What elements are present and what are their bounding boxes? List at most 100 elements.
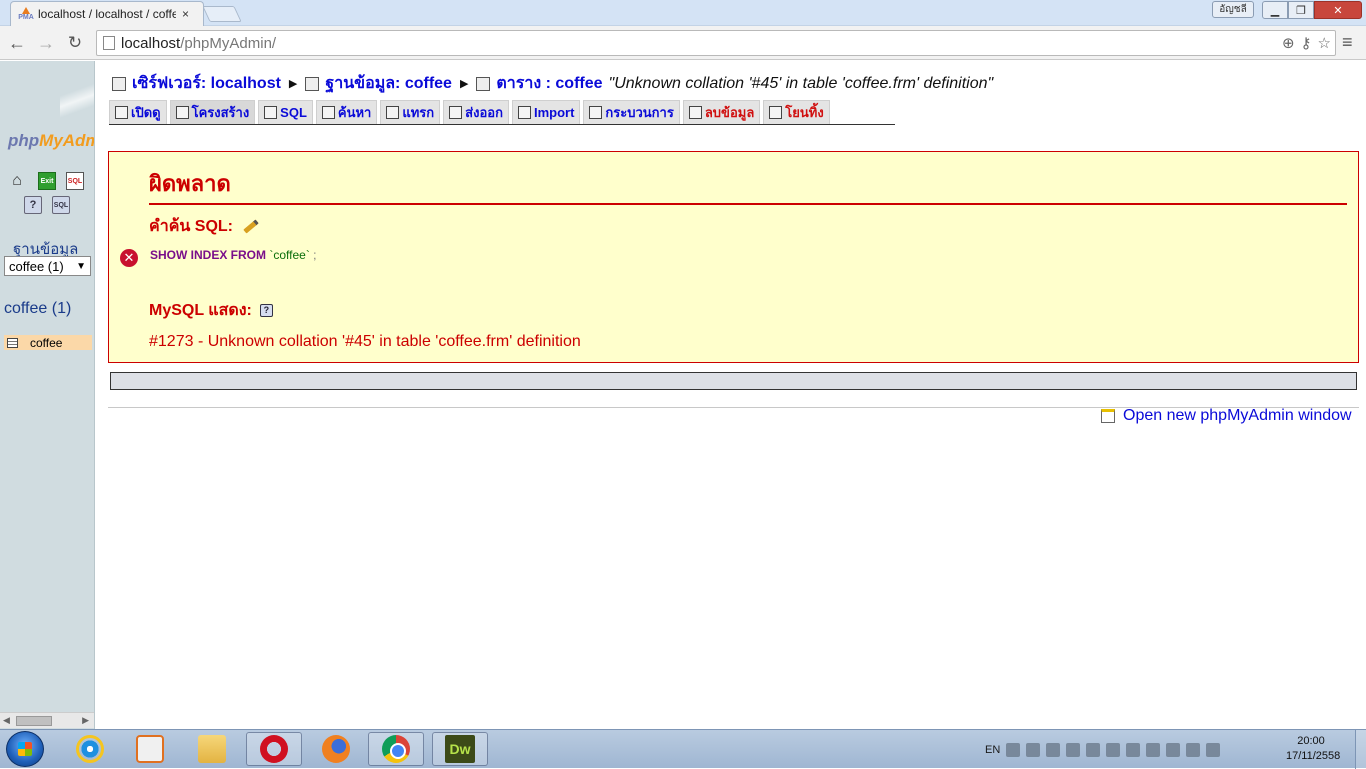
open-new-window-link[interactable]: Open new phpMyAdmin window — [1101, 407, 1352, 425]
sql-query-label: คำค้น SQL: — [149, 214, 259, 239]
pma-sail-graphic — [60, 66, 94, 126]
browser-titlebar: PMA localhost / localhost / coffee × อัญ… — [0, 0, 1366, 26]
chevron-down-icon: ▼ — [76, 260, 86, 272]
internet-explorer-icon — [76, 735, 104, 763]
minimize-button[interactable]: ▁ — [1262, 1, 1288, 19]
exit-icon[interactable]: Exit — [38, 172, 56, 190]
reload-icon[interactable]: ↻ — [64, 32, 86, 54]
horizontal-scrollbar[interactable]: ◀ ▶ — [0, 712, 94, 728]
browser-tab[interactable]: PMA localhost / localhost / coffee × — [10, 1, 204, 26]
error-message: #1273 - Unknown collation '#45' in table… — [149, 333, 581, 350]
scroll-right-icon[interactable]: ▶ — [82, 715, 89, 726]
start-button[interactable] — [6, 731, 44, 767]
home-icon[interactable]: ⌂ — [8, 172, 26, 190]
scroll-left-icon[interactable]: ◀ — [3, 715, 10, 726]
clock-time: 20:00 — [1297, 735, 1325, 747]
network-device-icon[interactable] — [1026, 742, 1041, 757]
search-icon — [321, 106, 335, 119]
transfer-icon[interactable] — [1126, 742, 1141, 757]
tools-icon[interactable] — [1106, 742, 1121, 757]
sql-icon — [264, 106, 278, 119]
firefox-icon — [322, 735, 350, 763]
action-center-icon[interactable] — [1186, 742, 1201, 757]
chrome-tray-icon[interactable] — [1146, 742, 1161, 757]
sql-query-icon[interactable]: SQL — [66, 172, 84, 190]
breadcrumb-table[interactable]: ตาราง : coffee — [496, 71, 602, 96]
operations-icon — [589, 106, 603, 119]
opera-icon — [260, 735, 288, 763]
pencil-icon[interactable] — [243, 219, 259, 234]
new-window-icon — [1101, 409, 1115, 423]
table-icon — [476, 76, 491, 91]
mysql-said-label: MySQL แสดง: ? — [149, 298, 273, 323]
taskbar-chrome[interactable] — [368, 732, 424, 766]
dreamweaver-icon: Dw — [445, 735, 475, 763]
taskbar-firefox[interactable] — [308, 732, 364, 766]
tab-drop[interactable]: โยนทิ้ง — [763, 100, 830, 124]
notification-icon[interactable] — [1166, 742, 1181, 757]
sync-icon[interactable] — [1086, 742, 1101, 757]
printer-icon[interactable] — [1066, 742, 1081, 757]
show-desktop-button[interactable] — [1355, 730, 1366, 769]
scroll-thumb[interactable] — [16, 716, 52, 726]
navigation-frame: phpMyAdmin ⌂ Exit SQL ? SQL ฐานข้อมูล co… — [0, 61, 95, 729]
tab-close-icon[interactable]: × — [182, 7, 189, 21]
help-icon[interactable]: ? — [24, 196, 42, 214]
export-icon — [449, 106, 463, 119]
maximize-button[interactable]: ❐ — [1288, 1, 1314, 19]
query-bar — [110, 372, 1357, 390]
chrome-icon — [382, 735, 410, 763]
tab-browse[interactable]: เปิดดู — [109, 100, 167, 124]
zoom-icon[interactable]: ⊕ — [1282, 34, 1295, 52]
database-select[interactable]: coffee (1) ▼ — [4, 256, 91, 276]
star-icon[interactable]: ☆ — [1318, 34, 1331, 52]
pma-favicon-icon: PMA — [18, 7, 34, 21]
breadcrumb-server[interactable]: เซิร์ฟเวอร์: localhost — [132, 71, 281, 96]
breadcrumb-arrow-icon: ▶ — [288, 78, 298, 90]
language-indicator[interactable]: EN — [985, 744, 1000, 756]
insert-icon — [386, 106, 400, 119]
taskbar-explorer[interactable] — [184, 732, 240, 766]
error-icon: ✕ — [120, 249, 138, 267]
current-database-link[interactable]: coffee (1) — [4, 300, 71, 318]
database-icon — [305, 76, 320, 91]
taskbar-dreamweaver[interactable]: Dw — [432, 732, 488, 766]
tab-insert[interactable]: แทรก — [380, 100, 441, 124]
profile-button[interactable]: อัญชลี — [1212, 1, 1254, 18]
menu-icon[interactable]: ≡ — [1342, 32, 1353, 53]
taskbar-ie[interactable] — [62, 732, 118, 766]
tab-structure[interactable]: โครงสร้าง — [169, 100, 256, 124]
table-item-coffee[interactable]: coffee — [4, 335, 92, 350]
address-bar[interactable]: localhost /phpMyAdmin/ ⊕ ⚷ ☆ — [96, 30, 1336, 56]
breadcrumb-message: "Unknown collation '#45' in table 'coffe… — [608, 74, 994, 92]
breadcrumb-database[interactable]: ฐานข้อมูล: coffee — [325, 71, 452, 96]
tab-import[interactable]: Import — [511, 100, 581, 124]
folder-icon — [198, 735, 226, 763]
system-clock[interactable]: 20:00 17/11/2558 — [1286, 734, 1341, 764]
tab-search[interactable]: ค้นหา — [315, 100, 378, 124]
tab-empty[interactable]: ลบข้อมูล — [682, 100, 761, 124]
clock-date: 17/11/2558 — [1286, 750, 1341, 762]
tab-sql[interactable]: SQL — [258, 100, 313, 124]
documentation-icon[interactable]: ? — [259, 304, 273, 317]
key-icon[interactable]: ⚷ — [1301, 34, 1312, 52]
sql-docs-icon[interactable]: SQL — [52, 196, 70, 214]
error-box: ผิดพลาด คำค้น SQL: ✕ SHOW INDEX FROM `co… — [108, 151, 1359, 363]
taskbar-media-player[interactable] — [122, 732, 178, 766]
volume-icon[interactable] — [1046, 742, 1061, 757]
back-icon[interactable]: ← — [6, 32, 28, 54]
phpmyadmin-logo[interactable]: phpMyAdmin — [8, 131, 94, 151]
system-tray: EN — [985, 730, 1221, 769]
taskbar-opera[interactable] — [246, 732, 302, 766]
tab-export[interactable]: ส่งออก — [443, 100, 509, 124]
signal-icon[interactable] — [1206, 742, 1221, 757]
close-window-button[interactable]: ✕ — [1314, 1, 1362, 19]
taskbar: Dw EN 20:00 17/11/2558 — [0, 729, 1366, 769]
breadcrumb: เซิร์ฟเวอร์: localhost ▶ ฐานข้อมูล: coff… — [112, 71, 993, 96]
page-icon — [103, 36, 115, 50]
new-tab-button[interactable] — [202, 6, 242, 22]
message-icon[interactable] — [1006, 742, 1021, 757]
forward-icon[interactable]: → — [35, 32, 57, 54]
tab-operations[interactable]: กระบวนการ — [583, 100, 680, 124]
error-title: ผิดพลาด — [149, 166, 1347, 205]
